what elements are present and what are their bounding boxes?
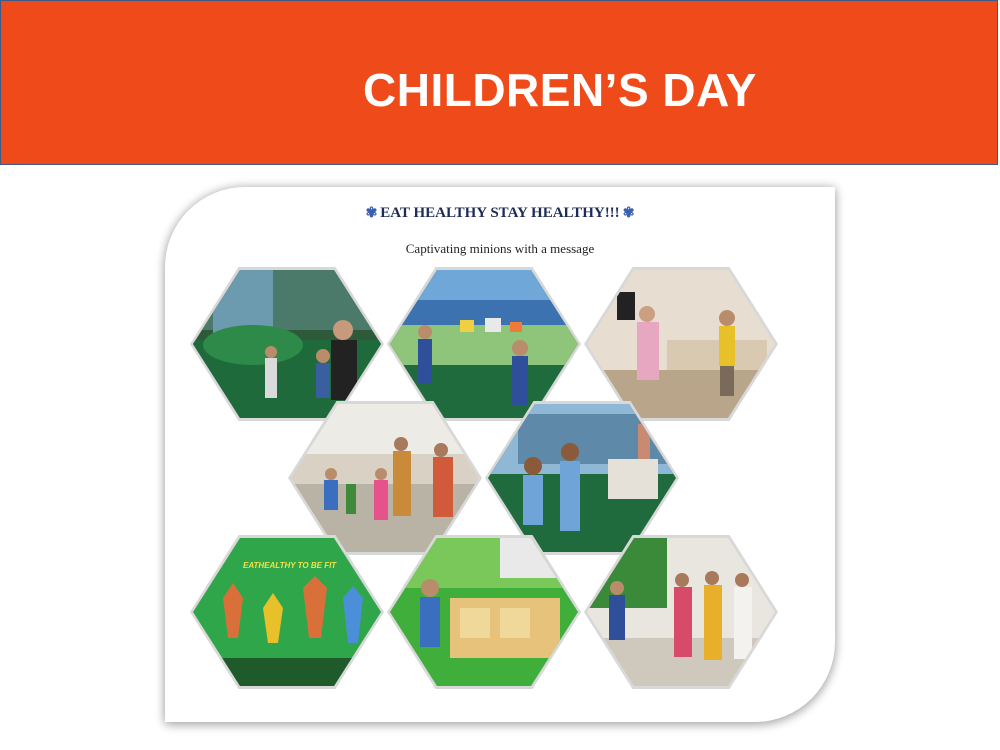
mural-sign-text: EATHEALTHY TO BE FIT: [243, 561, 337, 570]
title-banner: CHILDREN’S DAY: [0, 0, 998, 165]
photo-hex-teachers-children: [288, 401, 482, 555]
photo-hex-fitness-mural: EATHEALTHY TO BE FIT: [190, 535, 384, 689]
flower-ornament-icon: ✾: [365, 206, 378, 221]
photo-hex-city-model: [387, 267, 581, 421]
flower-ornament-icon: ✾: [622, 206, 635, 221]
photo-hex-visitors: [584, 535, 778, 689]
collage-heading: ✾ EAT HEALTHY STAY HEALTHY!!! ✾: [165, 205, 835, 222]
photo-hex-house-model: [387, 535, 581, 689]
photo-collage-card: ✾ EAT HEALTHY STAY HEALTHY!!! ✾ Captivatin…: [165, 187, 835, 722]
photo-hex-forest-model: [190, 267, 384, 421]
photo-hex-factory-model: [485, 401, 679, 555]
photo-hex-craft-room: [584, 267, 778, 421]
collage-subheading: Captivating minions with a message: [405, 241, 595, 256]
collage-heading-text: EAT HEALTHY STAY HEALTHY!!!: [380, 205, 620, 221]
slide-title: CHILDREN’S DAY: [363, 64, 757, 116]
